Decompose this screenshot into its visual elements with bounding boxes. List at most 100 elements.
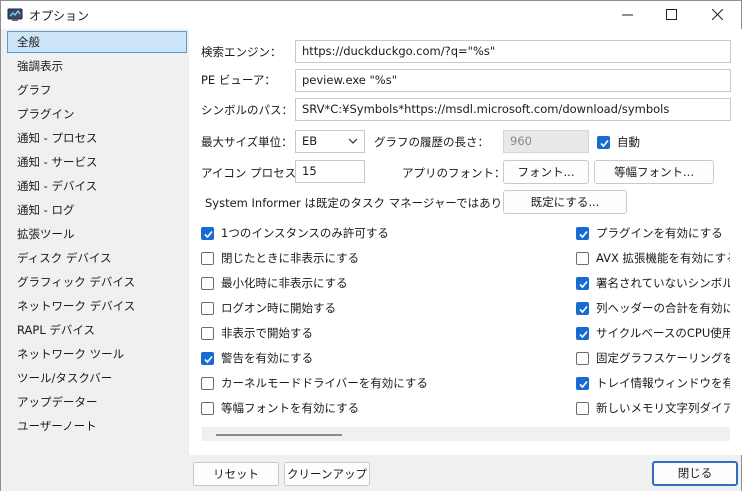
checkbox-box[interactable] [576,327,589,340]
checkbox-box[interactable] [201,352,214,365]
checkbox-box[interactable] [576,252,589,265]
checkbox-box[interactable] [576,277,589,290]
minimize-button[interactable] [605,1,651,29]
checkbox-box[interactable] [576,227,589,240]
close-window-button[interactable] [695,1,741,29]
option-column-header-totals[interactable]: 列ヘッダーの合計を有効にす [576,299,730,317]
option-avx-extensions[interactable]: AVX 拡張機能を有効にする [576,249,730,267]
sidebar-item-graphics-devices[interactable]: グラフィック デバイス [7,271,187,293]
option-single-instance[interactable]: 1つのインスタンスのみ許可する [201,224,541,242]
sidebar-item-disk-devices[interactable]: ディスク デバイス [7,247,187,269]
checkbox-box[interactable] [576,402,589,415]
max-size-unit-dropdown[interactable]: EB [295,130,365,153]
sidebar-item-notify-process[interactable]: 通知 - プロセス [7,127,187,149]
make-default-button[interactable]: 既定にする... [503,190,627,214]
checkbox-box[interactable] [576,377,589,390]
checkmark-icon [579,380,588,389]
dialog-footer [1,455,741,491]
sidebar-item-user-notes[interactable]: ユーザーノート [7,415,187,437]
checkbox-box[interactable] [201,327,214,340]
scrollbar-thumb[interactable] [216,434,342,436]
checkbox-label: サイクルベースのCPU使用率 [596,326,730,340]
checkmark-icon [579,230,588,239]
option-monospace-font[interactable]: 等幅フォントを有効にする [201,399,541,417]
checkbox-label: 固定グラフスケーリングを有効 [596,351,730,365]
monospace-font-button[interactable]: 等幅フォント... [594,160,714,184]
checkbox-box[interactable] [576,352,589,365]
option-undecorated-symbols[interactable]: 署名されていないシンボルを有 [576,274,730,292]
option-hide-on-minimize[interactable]: 最小化時に非表示にする [201,274,541,292]
checkbox-box[interactable] [201,402,214,415]
option-enable-plugins[interactable]: プラグインを有効にする [576,224,730,242]
option-tray-info-window[interactable]: トレイ情報ウィンドウを有効に [576,374,730,392]
sidebar-item-notify-log[interactable]: 通知 - ログ [7,199,187,221]
search-engine-label: 検索エンジン： [201,45,282,59]
checkbox-box[interactable] [201,227,214,240]
maximize-button[interactable] [649,1,695,29]
graph-history-label: グラフの履歴の長さ： [374,135,489,149]
close-icon [712,9,723,20]
max-size-unit-value: EB [302,134,318,148]
checkbox-box[interactable] [201,277,214,290]
sidebar-item-notify-service[interactable]: 通知 - サービス [7,151,187,173]
font-button[interactable]: フォント... [503,160,589,184]
sidebar-item-toolstatus[interactable]: ツール/タスクバー [7,367,187,389]
checkbox-box[interactable] [201,302,214,315]
checkbox-label: 警告を有効にする [221,351,314,365]
option-kernel-driver[interactable]: カーネルモードドライバーを有効にする [201,374,541,392]
sidebar-item-rapl-devices[interactable]: RAPL デバイス [7,319,187,341]
checkmark-icon [579,330,588,339]
title-bar[interactable]: オプション [1,1,741,29]
sidebar-item-highlighting[interactable]: 強調表示 [7,55,187,77]
checkbox-label: プラグインを有効にする [596,226,723,240]
checkbox-label: ログオン時に開始する [221,301,336,315]
checkmark-icon [204,355,213,364]
sidebar-item-extended-tools[interactable]: 拡張ツール [7,223,187,245]
auto-checkbox[interactable]: 自動 [597,133,677,151]
sidebar-item-graphs[interactable]: グラフ [7,79,187,101]
cleanup-button[interactable]: クリーンアップ [284,462,370,486]
option-memory-strings-dialog[interactable]: 新しいメモリ文字列ダイアログ [576,399,730,417]
option-cycle-based-cpu[interactable]: サイクルベースのCPU使用率 [576,324,730,342]
checkbox-label: カーネルモードドライバーを有効にする [221,376,428,390]
checkbox-box[interactable] [576,302,589,315]
horizontal-scrollbar[interactable] [202,427,730,441]
option-fixed-graph-scaling[interactable]: 固定グラフスケーリングを有効 [576,349,730,367]
sidebar-item-updater[interactable]: アップデーター [7,391,187,413]
auto-checkbox-label: 自動 [617,135,640,149]
pe-viewer-input[interactable]: peview.exe "%s" [295,69,731,92]
sidebar-item-general[interactable]: 全般 [7,31,187,53]
option-start-at-logon[interactable]: ログオン時に開始する [201,299,541,317]
window-title: オプション [29,9,90,23]
checkbox-label: 等幅フォントを有効にする [221,401,360,415]
symbol-path-input[interactable]: SRV*C:¥Symbols*https://msdl.microsoft.co… [295,98,731,121]
checkbox-label: 最小化時に非表示にする [221,276,348,290]
checkbox-label: AVX 拡張機能を有効にする [596,251,730,265]
close-button[interactable]: 閉じる [652,461,738,486]
option-start-hidden[interactable]: 非表示で開始する [201,324,541,342]
checkmark-icon [600,139,609,148]
icon-process-input[interactable]: 15 [295,160,365,183]
checkbox-label: 閉じたときに非表示にする [221,251,360,265]
option-enable-warnings[interactable]: 警告を有効にする [201,349,541,367]
checkbox-box[interactable] [201,252,214,265]
checkmark-icon [579,305,588,314]
options-sidebar: 全般 強調表示 グラフ プラグイン 通知 - プロセス 通知 - サービス 通知… [5,29,187,459]
max-size-unit-label: 最大サイズ単位： [201,135,293,149]
search-engine-input[interactable]: https://duckduckgo.com/?q="%s" [295,40,731,63]
app-font-label: アプリのフォント： [402,166,506,180]
option-hide-on-close[interactable]: 閉じたときに非表示にする [201,249,541,267]
graph-history-input[interactable]: 960 [503,130,589,153]
sidebar-item-plugins[interactable]: プラグイン [7,103,187,125]
sidebar-item-network-devices[interactable]: ネットワーク デバイス [7,295,187,317]
options-window: オプション 全般 強調表示 グラフ プラグイン 通知 - プロセス 通知 - サ… [0,0,742,491]
auto-checkbox-box[interactable] [597,136,610,149]
pe-viewer-label: PE ビューア： [201,73,276,87]
reset-button[interactable]: リセット [193,462,279,486]
system-informer-app-icon [7,8,23,21]
chevron-down-icon [348,138,358,144]
checkbox-label: 列ヘッダーの合計を有効にす [596,301,730,315]
checkbox-box[interactable] [201,377,214,390]
sidebar-item-notify-device[interactable]: 通知 - デバイス [7,175,187,197]
sidebar-item-network-tools[interactable]: ネットワーク ツール [7,343,187,365]
